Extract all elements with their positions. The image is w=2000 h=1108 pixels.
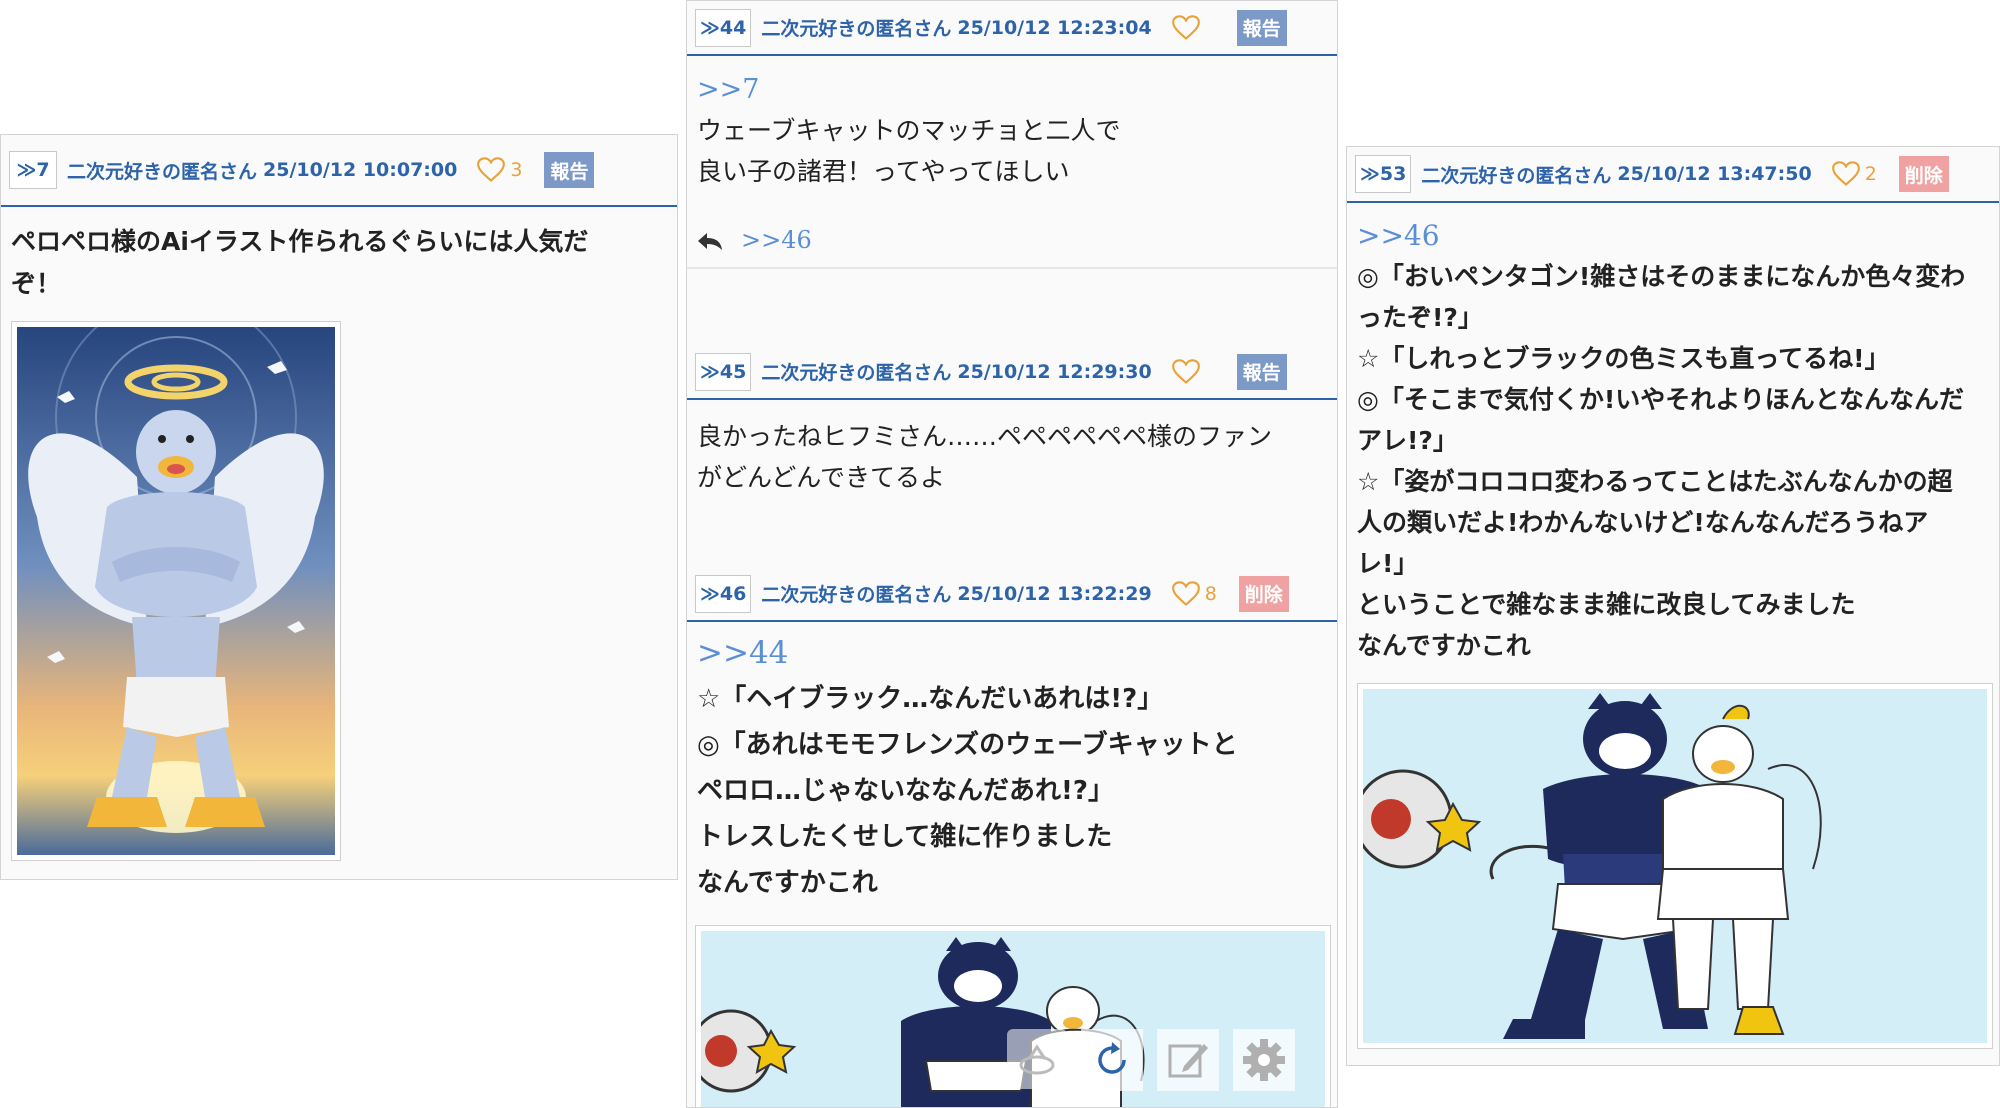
- reload-button[interactable]: [1081, 1029, 1143, 1091]
- reply-anchor-link[interactable]: >>46: [741, 220, 812, 261]
- like-count: 8: [1204, 582, 1217, 605]
- post-divider: [687, 267, 1337, 269]
- settings-button[interactable]: [1233, 1029, 1295, 1091]
- reply-row: >>46: [697, 220, 1327, 261]
- like-button[interactable]: [1171, 14, 1215, 41]
- post-panel-7: ≫7 二次元好きの匿名さん 25/10/12 10:07:00 3 報告 ペロペ…: [0, 134, 678, 880]
- author-name: 二次元好きの匿名さん: [761, 584, 952, 606]
- res-number-button[interactable]: ≫53: [1355, 155, 1412, 193]
- post-line: ◎「あれはモモフレンズのウェーブキャットと: [697, 730, 1238, 760]
- post-body: ペロペロ様のAiイラスト作られるぐらいには人気だ ぞ！: [1, 207, 677, 305]
- heart-icon: [1171, 14, 1200, 40]
- like-button[interactable]: 2: [1831, 161, 1877, 187]
- reload-icon: [1098, 1042, 1126, 1074]
- post-header: ≫46 二次元好きの匿名さん 25/10/12 13:22:29 8 削除: [687, 567, 1337, 622]
- heart-icon: [1171, 580, 1200, 606]
- collapse-button[interactable]: [1007, 1029, 1067, 1089]
- anchor-link[interactable]: >>7: [697, 69, 1327, 110]
- author-name: 二次元好きの匿名さん: [761, 362, 952, 384]
- post-line: ◎「おいペンタゴン!雑さはそのままになんか色々変わ: [1357, 262, 1966, 291]
- author-name: 二次元好きの匿名さん: [1421, 164, 1612, 187]
- like-button[interactable]: 3: [477, 157, 522, 183]
- post-line: ペロロ…じゃないななんだあれ!?」: [697, 776, 1114, 806]
- heart-icon: [1831, 161, 1860, 186]
- post-panel-53: ≫53 二次元好きの匿名さん 25/10/12 13:47:50 2 削除 >>…: [1346, 146, 2000, 1066]
- post-line: ということで雑なまま雑に改良してみました: [1357, 590, 1856, 619]
- post-44: ≫44 二次元好きの匿名さん 25/10/12 12:23:04 報告 >>7 …: [687, 1, 1337, 269]
- scroll-icon: [1019, 1044, 1055, 1075]
- post-body: >>7 ウェーブキャットのマッチョと二人で 良い子の諸君！ってやってほしい >>…: [687, 56, 1337, 261]
- post-header: ≫53 二次元好きの匿名さん 25/10/12 13:47:50 2 削除: [1347, 147, 1999, 203]
- res-number-button[interactable]: ≫7: [9, 151, 57, 189]
- delete-button[interactable]: 削除: [1238, 575, 1289, 612]
- cat-and-bird-illustration: [1353, 689, 1987, 1043]
- author-name: 二次元好きの匿名さん: [761, 18, 952, 40]
- post-line: ☆「しれっとブラックの色ミスも直ってるね!」: [1357, 344, 1890, 373]
- post-date: 25/10/12 12:23:04: [957, 16, 1152, 39]
- res-number-button[interactable]: ≫46: [695, 574, 752, 613]
- post-date: 25/10/12 12:29:30: [957, 360, 1152, 383]
- post-line: ったぞ!?」: [1357, 303, 1483, 332]
- post-line: 人の類いだよ!わかんないけど!なんなんだろうねア: [1357, 508, 1929, 537]
- like-count: 2: [1864, 163, 1877, 185]
- heart-icon: [477, 157, 506, 182]
- post-body: >>46 ◎「おいペンタゴン!雑さはそのままになんか色々変わ ったぞ!?」 ☆「…: [1347, 203, 1999, 666]
- post-header: ≫45 二次元好きの匿名さん 25/10/12 12:29:30 報告: [687, 345, 1337, 400]
- post-line: レ!」: [1357, 549, 1419, 578]
- post-line: ウェーブキャットのマッチョと二人で: [697, 116, 1121, 145]
- author-name: 二次元好きの匿名さん: [67, 160, 258, 183]
- res-number-button[interactable]: ≫44: [695, 8, 752, 47]
- post-line: なんですかこれ: [1357, 631, 1531, 660]
- post-line: アレ!?」: [1357, 426, 1458, 455]
- edit-button[interactable]: [1157, 1029, 1219, 1091]
- post-body: 良かったねヒフミさん……ペペペペペペ様のファン がどんどんできてるよ: [687, 400, 1337, 498]
- post-line: ☆「姿がコロコロ変わるってことはたぶんなんかの超: [1357, 467, 1953, 496]
- like-button[interactable]: 8: [1171, 580, 1217, 607]
- post-body: >>44 ☆「ヘイブラック…なんだいあれは!?」 ◎「あれはモモフレンズのウェー…: [687, 622, 1337, 906]
- reply-icon[interactable]: [697, 231, 723, 251]
- like-count: 3: [510, 159, 523, 181]
- post-header: ≫44 二次元好きの匿名さん 25/10/12 12:23:04 報告: [687, 1, 1337, 56]
- post-line: トレスしたくせして雑に作りました: [697, 822, 1113, 852]
- post-line: 良い子の諸君！ってやってほしい: [697, 157, 1070, 186]
- heart-icon: [1171, 358, 1200, 384]
- anchor-link[interactable]: >>46: [1357, 215, 1989, 256]
- report-button[interactable]: 報告: [1236, 9, 1287, 46]
- anchor-link[interactable]: >>44: [697, 630, 1327, 676]
- muscular-bird-illustration: [17, 296, 335, 855]
- post-date: 25/10/12 13:47:50: [1617, 163, 1812, 185]
- post-line: ☆「ヘイブラック…なんだいあれは!?」: [697, 684, 1164, 714]
- post-45: ≫45 二次元好きの匿名さん 25/10/12 12:29:30 報告 良かった…: [687, 345, 1337, 567]
- res-number-button[interactable]: ≫45: [695, 352, 752, 391]
- report-button[interactable]: 報告: [1236, 353, 1287, 390]
- post-line: なんですかこれ: [697, 868, 878, 898]
- post-image[interactable]: [1353, 683, 1993, 1049]
- post-line: 良かったねヒフミさん……ペペペペペペ様のファン: [697, 422, 1273, 451]
- delete-button[interactable]: 削除: [1898, 156, 1949, 192]
- like-button[interactable]: [1171, 358, 1215, 385]
- gear-icon: [1243, 1039, 1285, 1081]
- post-image[interactable]: [11, 296, 341, 861]
- post-header: ≫7 二次元好きの匿名さん 25/10/12 10:07:00 3 報告: [1, 135, 677, 207]
- post-date: 25/10/12 10:07:00: [263, 159, 458, 181]
- post-panel-middle: ≫44 二次元好きの匿名さん 25/10/12 12:23:04 報告 >>7 …: [686, 0, 1338, 1108]
- post-line: がどんどんできてるよ: [697, 463, 946, 492]
- post-line: ペロペロ様のAiイラスト作られるぐらいには人気だ: [11, 227, 589, 256]
- post-46: ≫46 二次元好きの匿名さん 25/10/12 13:22:29 8 削除 >>…: [687, 567, 1337, 1107]
- post-date: 25/10/12 13:22:29: [957, 582, 1152, 605]
- post-line: ◎「そこまで気付くか!いやそれよりほんとなんなんだ: [1357, 385, 1964, 414]
- report-button[interactable]: 報告: [544, 152, 595, 188]
- post-line: ぞ！: [11, 269, 62, 298]
- edit-icon: [1168, 1044, 1208, 1078]
